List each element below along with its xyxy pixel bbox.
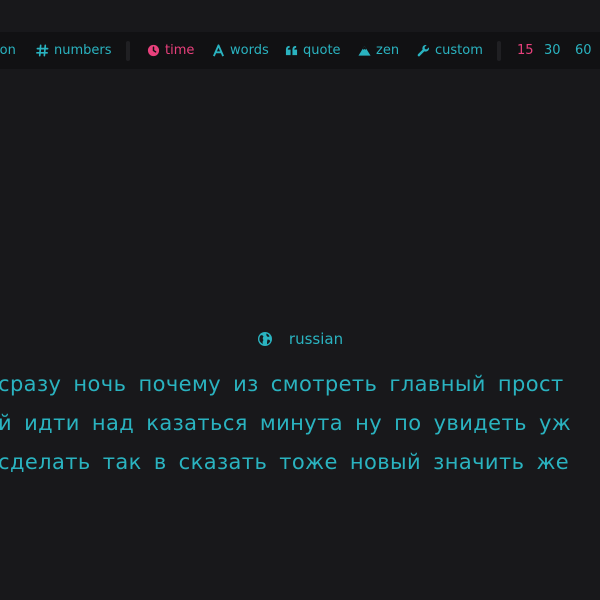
time-15-button[interactable]: 15	[517, 32, 534, 69]
mode-words-button[interactable]: words	[211, 32, 269, 69]
numbers-label: numbers	[54, 43, 112, 58]
test-config-bar: ion numbers time words quote	[0, 32, 600, 69]
separator	[497, 41, 501, 61]
words-line-3: сделать так в сказать тоже новый значить…	[0, 450, 570, 474]
quote-left-icon	[284, 44, 298, 58]
mode-custom-button[interactable]: custom	[416, 32, 483, 69]
mode-time-button[interactable]: time	[146, 32, 194, 69]
separator	[126, 41, 130, 61]
punctuation-toggle[interactable]: ion	[0, 32, 16, 69]
mountain-icon	[357, 44, 371, 58]
typing-page: ion numbers time words quote	[0, 0, 600, 600]
font-icon	[211, 44, 225, 58]
mode-time-label: time	[165, 43, 195, 58]
time-15-label: 15	[517, 43, 534, 58]
mode-zen-label: zen	[376, 43, 400, 58]
language-button[interactable]: russian	[0, 330, 600, 348]
numbers-toggle[interactable]: numbers	[35, 32, 112, 69]
words-line-1: сразу ночь почему из смотреть главный пр…	[0, 372, 564, 396]
time-60-label: 60	[575, 43, 592, 58]
hashtag-icon	[35, 44, 49, 58]
mode-custom-label: custom	[435, 43, 483, 58]
clock-icon	[146, 44, 160, 58]
language-label: russian	[288, 330, 344, 348]
mode-quote-button[interactable]: quote	[284, 32, 341, 69]
wrench-icon	[416, 44, 430, 58]
time-30-button[interactable]: 30	[544, 32, 561, 69]
globe-icon	[257, 331, 273, 347]
mode-zen-button[interactable]: zen	[357, 32, 399, 69]
time-60-button[interactable]: 60	[575, 32, 592, 69]
words-line-2: й идти над казаться минута ну по увидеть…	[0, 411, 572, 435]
mode-words-label: words	[230, 43, 269, 58]
mode-quote-label: quote	[303, 43, 341, 58]
time-30-label: 30	[544, 43, 561, 58]
punctuation-label: ion	[0, 43, 16, 58]
